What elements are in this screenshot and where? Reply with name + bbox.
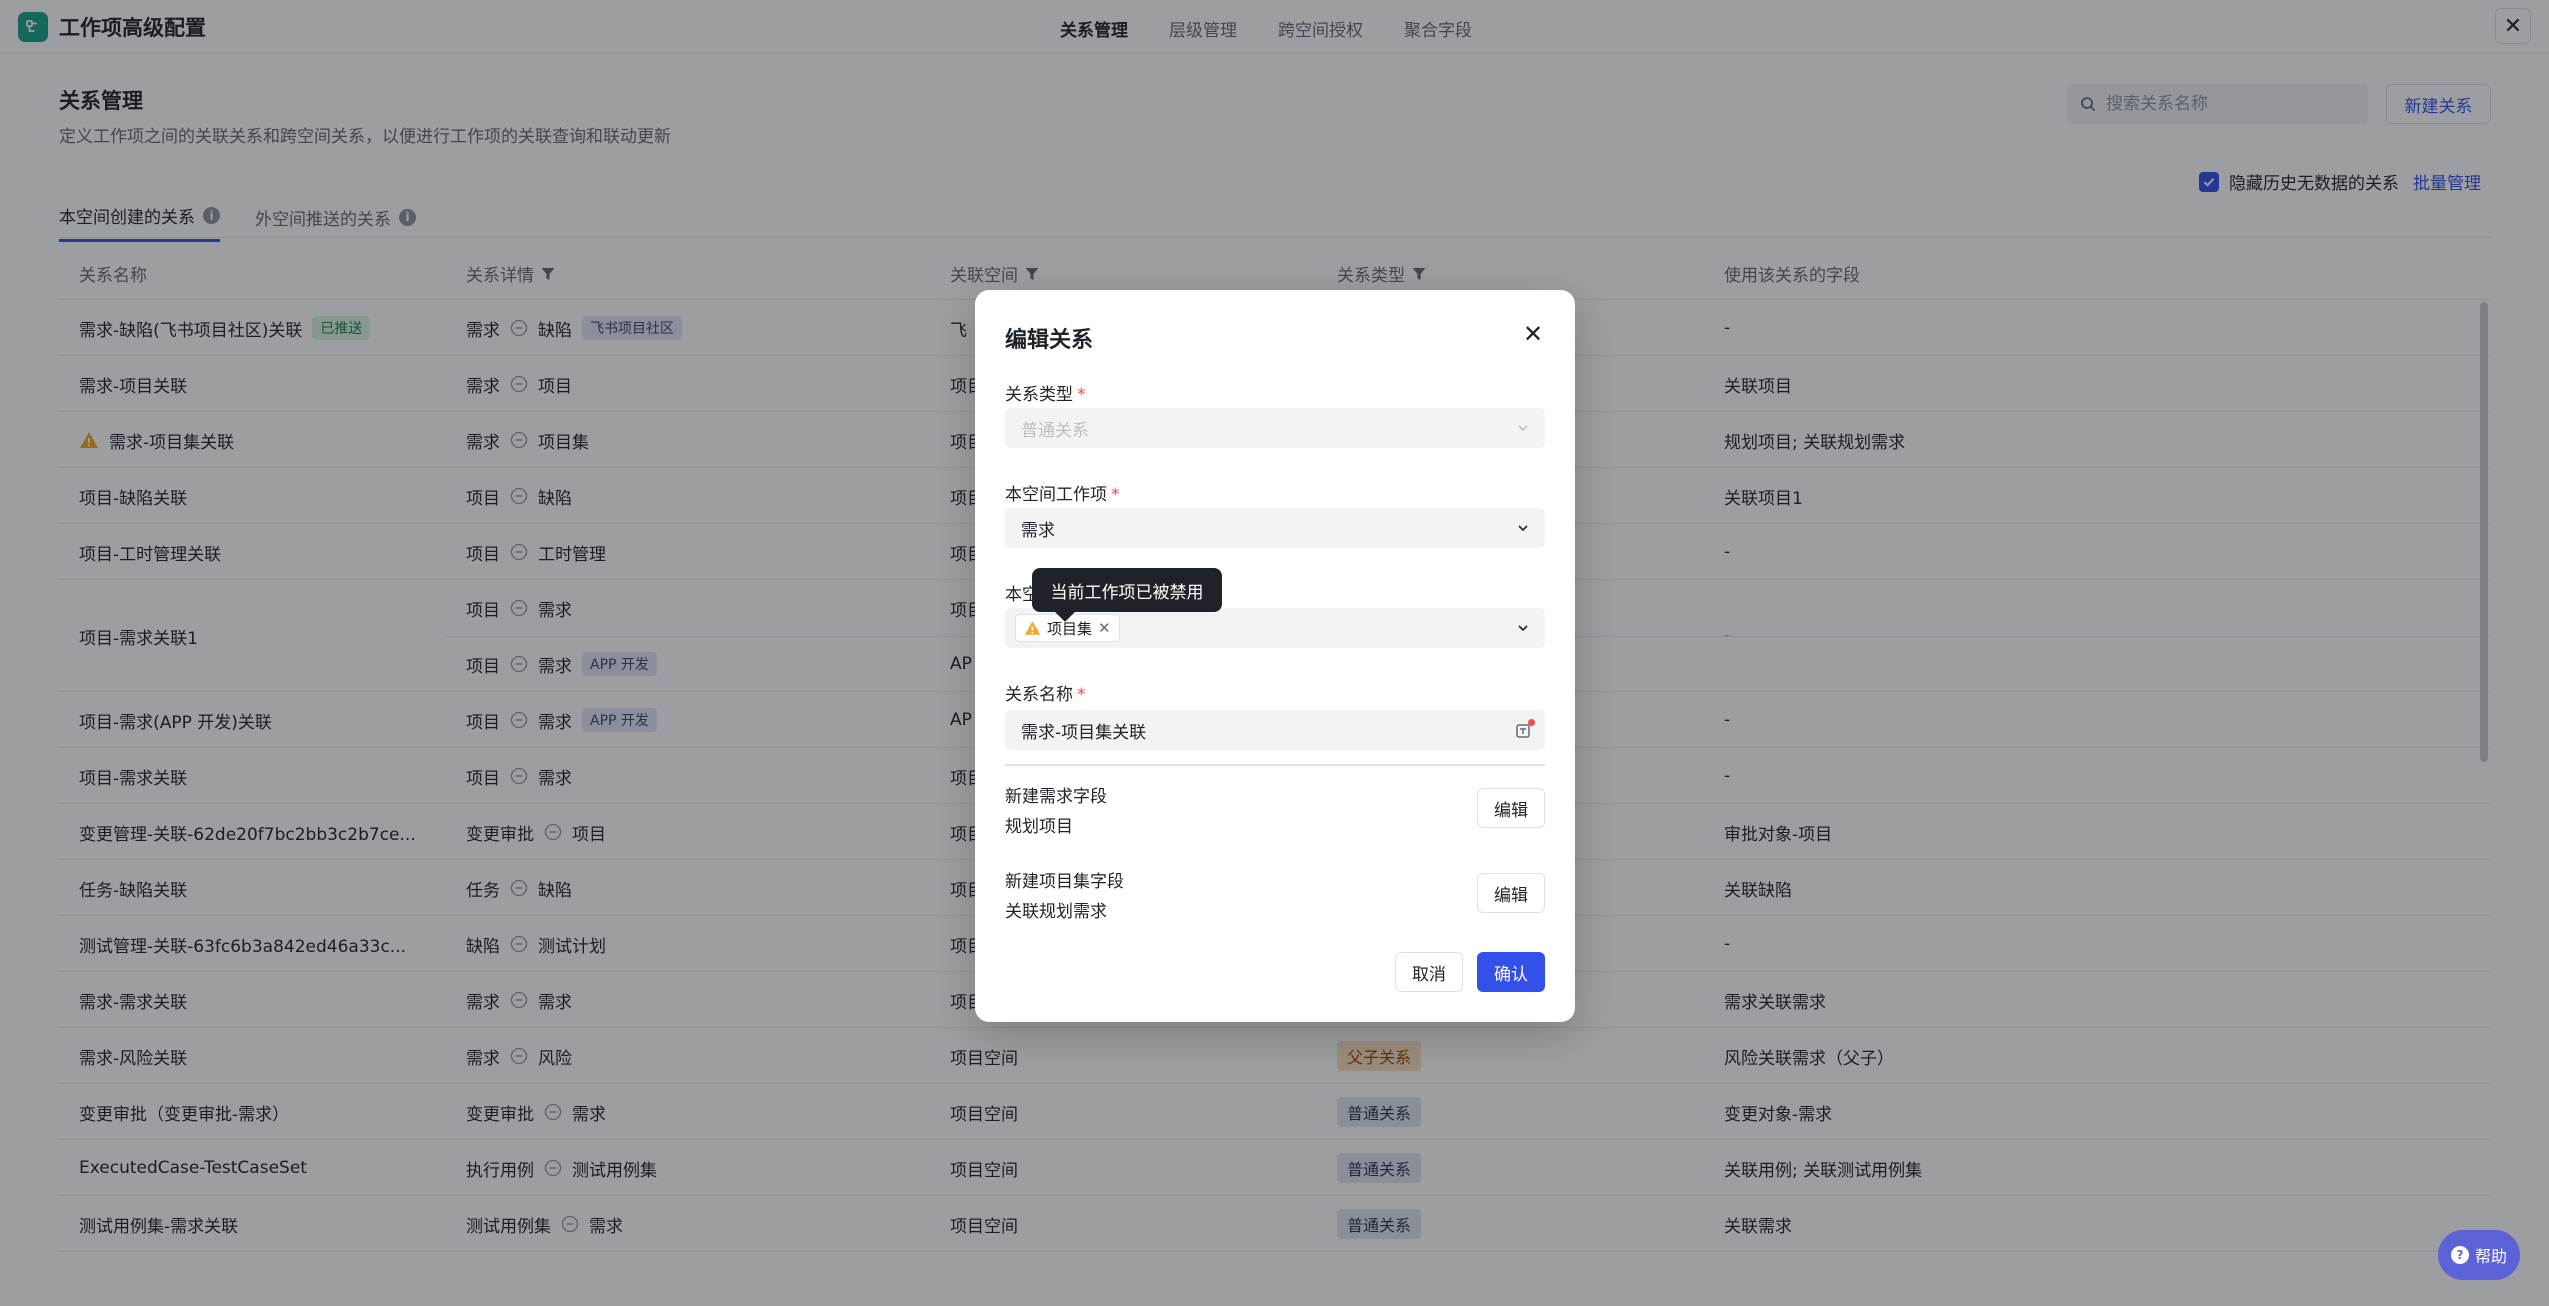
- local-item-value: 需求: [1021, 520, 1055, 541]
- local-item-label-text: 本空间工作项: [1005, 485, 1107, 505]
- translate-icon[interactable]: [1515, 719, 1535, 740]
- field1-value: 规划项目: [1005, 817, 1073, 837]
- edit-relation-dialog: 编辑关系 ✕ 关系类型 * 普通关系 本空间工作项 * 需求 本空 项目集 ✕ 关系…: [975, 290, 1575, 1022]
- dialog-title: 编辑关系: [1005, 328, 1094, 353]
- chevron-down-icon: [1518, 425, 1528, 432]
- help-label: 帮助: [2474, 1247, 2507, 1266]
- help-icon: ?: [2450, 1246, 2469, 1264]
- required-mark: *: [1111, 485, 1120, 505]
- relation-name-input[interactable]: 需求-项目集关联: [1005, 710, 1545, 750]
- cancel-button[interactable]: 取消: [1395, 952, 1463, 992]
- field2-value: 关联规划需求: [1005, 902, 1107, 922]
- relation-name-label-text: 关系名称: [1005, 685, 1073, 705]
- warning-icon: [1024, 621, 1041, 635]
- close-dialog-button[interactable]: ✕: [1521, 320, 1545, 348]
- relation-name-label: 关系名称 *: [1005, 680, 1086, 705]
- edit-field2-button[interactable]: 编辑: [1477, 873, 1545, 913]
- target-item-select[interactable]: 项目集 ✕: [1005, 608, 1545, 648]
- divider: [1005, 764, 1545, 766]
- edit-field1-button[interactable]: 编辑: [1477, 788, 1545, 828]
- help-button[interactable]: ? 帮助: [2438, 1230, 2520, 1280]
- chevron-down-icon: [1518, 625, 1528, 632]
- confirm-button[interactable]: 确认: [1477, 952, 1545, 992]
- field2-title: 新建项目集字段: [1005, 872, 1124, 892]
- relation-type-select[interactable]: 普通关系: [1005, 408, 1545, 448]
- required-mark: *: [1077, 385, 1086, 405]
- chip-label: 项目集: [1047, 619, 1093, 638]
- disabled-tooltip: 当前工作项已被禁用: [1032, 568, 1222, 612]
- field1-title: 新建需求字段: [1005, 787, 1107, 807]
- relation-type-label-text: 关系类型: [1005, 385, 1073, 405]
- remove-chip-icon[interactable]: ✕: [1098, 619, 1111, 637]
- close-icon: ✕: [1522, 320, 1544, 348]
- local-item-label: 本空间工作项 *: [1005, 480, 1120, 505]
- required-mark: *: [1077, 685, 1086, 705]
- notification-dot: [1528, 719, 1535, 726]
- chevron-down-icon: [1518, 525, 1528, 532]
- local-item-select[interactable]: 需求: [1005, 508, 1545, 548]
- relation-name-value: 需求-项目集关联: [1021, 722, 1147, 743]
- relation-type-value: 普通关系: [1021, 420, 1089, 441]
- relation-type-label: 关系类型 *: [1005, 380, 1086, 405]
